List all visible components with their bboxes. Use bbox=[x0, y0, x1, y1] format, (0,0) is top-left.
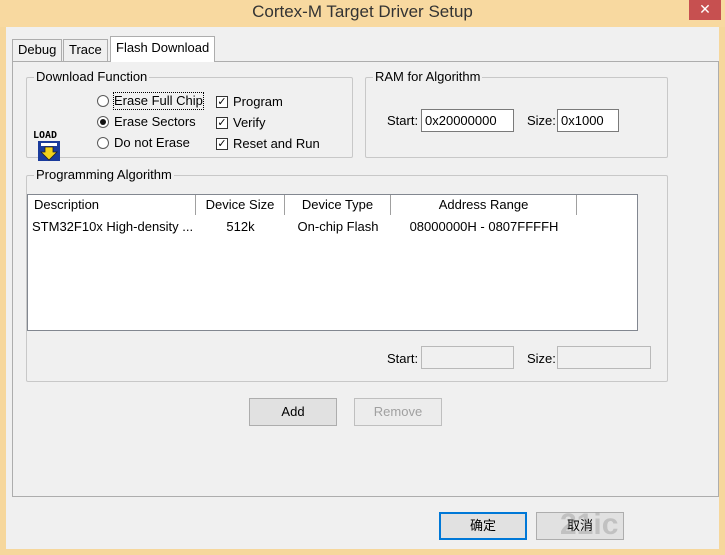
radio-label: Erase Sectors bbox=[114, 114, 196, 129]
tab-debug[interactable]: Debug bbox=[12, 39, 63, 61]
cell-device-size: 512k bbox=[226, 219, 255, 234]
check-mark-icon[interactable]: ✓ bbox=[216, 117, 228, 129]
ram-start-input[interactable]: 0x20000000 bbox=[421, 109, 514, 132]
algorithm-size-input[interactable] bbox=[557, 346, 651, 369]
algorithm-list[interactable]: Description Device Size Device Type Addr… bbox=[27, 194, 638, 331]
column-header-address-range[interactable]: Address Range bbox=[391, 195, 577, 215]
dialog-client: Debug Trace Flash Download Download Func… bbox=[6, 27, 719, 549]
ram-start-label: Start: bbox=[387, 113, 419, 128]
tab-trace[interactable]: Trace bbox=[63, 39, 108, 61]
checkbox-label: Verify bbox=[233, 115, 266, 130]
column-header-filler bbox=[577, 195, 637, 215]
load-icon: LOAD bbox=[33, 130, 60, 161]
radio-label: Erase Full Chip bbox=[113, 92, 204, 110]
ram-size-label: Size: bbox=[527, 113, 556, 128]
close-button[interactable]: ✕ bbox=[689, 0, 721, 20]
remove-button[interactable]: Remove bbox=[354, 398, 442, 426]
algorithm-start-label: Start: bbox=[387, 351, 419, 366]
radio-button[interactable] bbox=[97, 137, 109, 149]
algorithm-start-input[interactable] bbox=[421, 346, 514, 369]
tab-flash-download[interactable]: Flash Download bbox=[110, 36, 216, 62]
column-header-description[interactable]: Description bbox=[28, 195, 196, 215]
title-bar: Cortex-M Target Driver Setup ✕ bbox=[0, 0, 725, 27]
cell-description: STM32F10x High-density ... bbox=[32, 219, 194, 234]
column-header-device-size[interactable]: Device Size bbox=[196, 195, 285, 215]
ok-button[interactable]: 确定 bbox=[439, 512, 527, 540]
window-title: Cortex-M Target Driver Setup bbox=[252, 2, 473, 21]
load-icon-text: LOAD bbox=[33, 130, 57, 141]
checkbox-label: Program bbox=[233, 94, 283, 109]
programming-algorithm-title: Programming Algorithm bbox=[34, 167, 174, 182]
table-row[interactable]: STM32F10x High-density ... 512k On-chip … bbox=[28, 217, 637, 237]
check-mark-icon[interactable]: ✓ bbox=[216, 96, 228, 108]
radio-label: Do not Erase bbox=[114, 135, 190, 150]
algorithm-size-label: Size: bbox=[527, 351, 556, 366]
ram-for-algorithm-title: RAM for Algorithm bbox=[373, 69, 483, 84]
cell-device-type: On-chip Flash bbox=[297, 219, 379, 234]
watermark-logo: 21ic bbox=[560, 508, 619, 541]
list-header: Description Device Size Device Type Addr… bbox=[28, 195, 637, 215]
radio-button[interactable] bbox=[97, 95, 109, 107]
cell-address-range: 08000000H - 0807FFFFH bbox=[409, 219, 559, 234]
checkbox-label: Reset and Run bbox=[233, 136, 320, 151]
column-header-device-type[interactable]: Device Type bbox=[285, 195, 391, 215]
download-function-title: Download Function bbox=[34, 69, 150, 84]
radio-button[interactable] bbox=[97, 116, 109, 128]
flash-download-panel: Download Function LOAD Erase Full Chip E… bbox=[12, 61, 719, 497]
check-mark-icon[interactable]: ✓ bbox=[216, 138, 228, 150]
ram-size-input[interactable]: 0x1000 bbox=[557, 109, 619, 132]
add-button[interactable]: Add bbox=[249, 398, 337, 426]
